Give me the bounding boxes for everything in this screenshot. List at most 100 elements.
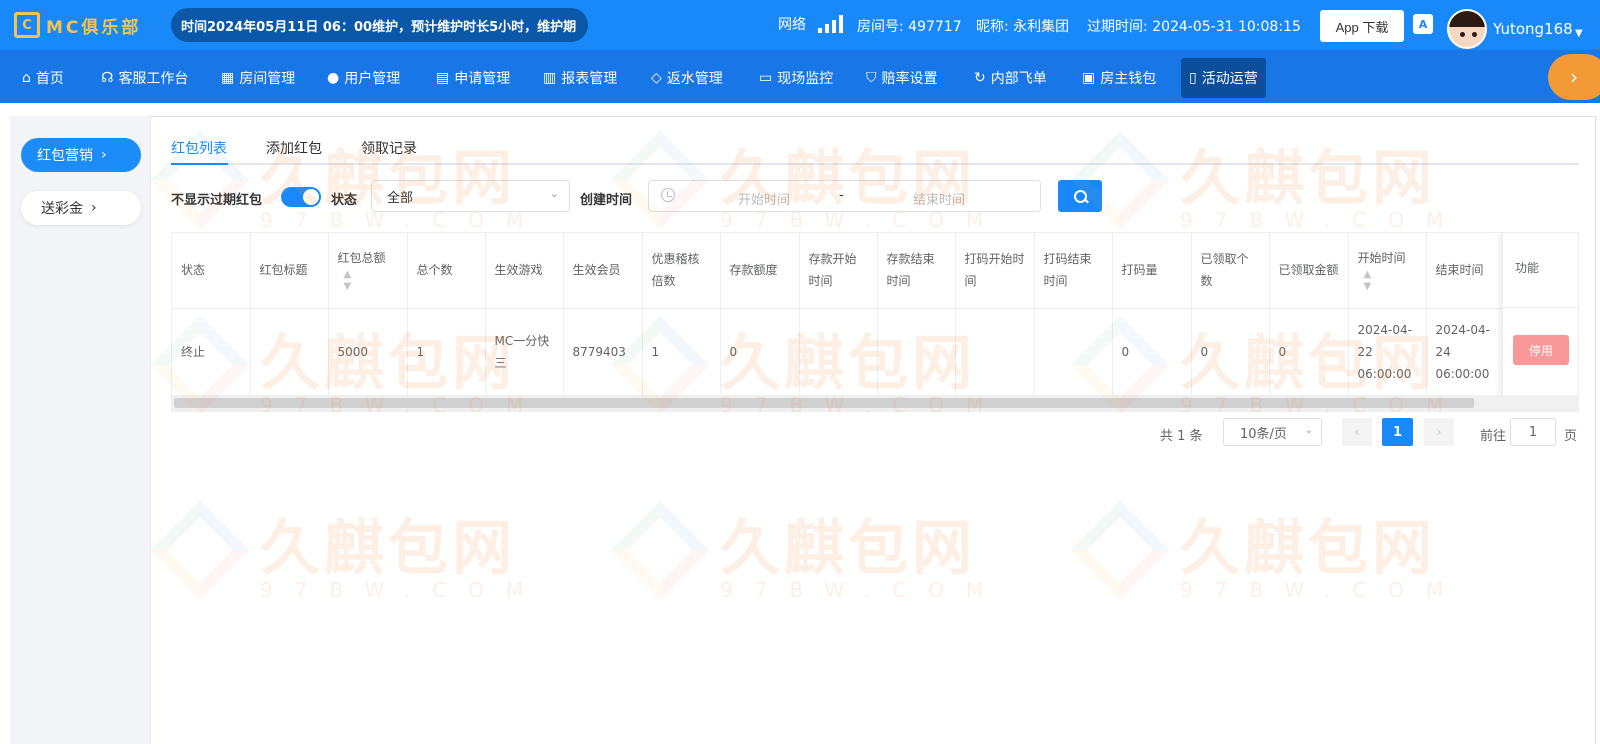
created-time-label: 创建时间 (580, 193, 633, 208)
clock-icon (661, 188, 675, 202)
filter-bar: 不显示过期红包 状态 全部 ⌄ 创建时间 开始时间 - 结束时间 (171, 180, 1591, 214)
pagination: 共 1 条 10条/页 ⌄ ‹ 1 › 前往 页 (1160, 418, 1590, 448)
app-download-button[interactable]: App 下载 (1320, 10, 1404, 42)
column-header: 总个数 (407, 233, 486, 309)
column-header: 打码结束时间 (1034, 233, 1113, 309)
column-header: 已领取金额 (1269, 233, 1349, 309)
column-header: 生效游戏 (485, 233, 564, 309)
expire-time: 过期时间: 2024-05-31 10:08:15 (1087, 19, 1301, 35)
nav-item-users[interactable]: ● 用户管理 (319, 58, 408, 98)
shield-icon: ⛉ (866, 70, 877, 86)
page-number-current[interactable]: 1 (1382, 418, 1413, 446)
fixed-action-column: 功能 停用 (1502, 233, 1578, 395)
user-icon: ● (327, 70, 340, 86)
goto-suffix: 页 (1564, 429, 1578, 444)
avatar[interactable] (1447, 9, 1487, 49)
logo-text: MC俱乐部 (46, 17, 142, 38)
sidebar-item-red-packet[interactable]: 红包营销 › (21, 138, 141, 172)
home-icon: ⌂ (22, 70, 31, 86)
table-cell: 0 (1112, 308, 1192, 396)
column-header: 存款额度 (720, 233, 800, 309)
room-number: 房间号: 497717 (857, 19, 962, 35)
tab-bar: 红包列表 添加红包 领取记录 (171, 130, 1579, 165)
prev-page-button[interactable]: ‹ (1342, 418, 1372, 446)
disable-button[interactable]: 停用 (1513, 335, 1569, 365)
caret-down-icon[interactable]: ▼ (1575, 28, 1583, 39)
tab-add-red-packet[interactable]: 添加红包 (266, 138, 322, 158)
start-date-input[interactable]: 开始时间 (699, 189, 829, 208)
nav-item-activities[interactable]: ▯ 活动运营 (1181, 58, 1266, 98)
logo[interactable]: C MC俱乐部 (14, 11, 141, 39)
sidebar: 红包营销 › 送彩金 › (10, 116, 151, 744)
nav-item-wallet[interactable]: ▣ 房主钱包 (1074, 58, 1164, 98)
chevron-right-icon: › (1436, 424, 1442, 440)
network-status: 网络 (778, 14, 843, 34)
chevron-down-icon: ⌄ (549, 187, 559, 200)
search-button[interactable] (1058, 180, 1102, 212)
table-cell: 0 (1191, 308, 1270, 396)
goto-label: 前往 (1480, 429, 1507, 444)
column-header: 状态 (172, 233, 251, 309)
table-cell: MC一分快三 (485, 308, 564, 396)
scrollbar-thumb[interactable] (174, 398, 1474, 408)
column-header-actions: 功能 (1503, 233, 1578, 308)
column-header: 已领取个数 (1191, 233, 1270, 309)
table-cell: 1 (642, 308, 721, 396)
table-cell: 8779403 (563, 308, 643, 396)
nav-item-monitor[interactable]: ▭ 现场监控 (751, 58, 841, 98)
nav-item-service[interactable]: ☊ 客服工作台 (93, 58, 196, 98)
username[interactable]: Yutong168 (1493, 20, 1573, 38)
column-header-sortable[interactable]: 开始时间 ▲ ▼ (1348, 233, 1427, 309)
table-cell: 1 (407, 308, 486, 396)
notice-marquee: 时间2024年05月11日 06：00维护，预计维护时长5小时，维护期 (171, 8, 588, 42)
tab-red-packet-list[interactable]: 红包列表 (171, 138, 227, 158)
nav-item-internal[interactable]: ↻ 内部飞单 (966, 58, 1055, 98)
sort-icon[interactable]: ▲ ▼ (338, 269, 398, 293)
top-header: C MC俱乐部 时间2024年05月11日 06：00维护，预计维护时长5小时，… (0, 0, 1600, 50)
headset-icon: ☊ (101, 70, 114, 86)
nav-item-odds[interactable]: ⛉ 赔率设置 (858, 58, 946, 98)
sidebar-item-bonus[interactable]: 送彩金 › (21, 191, 141, 225)
page-size-select[interactable]: 10条/页 ⌄ (1223, 418, 1322, 446)
status-label: 状态 (331, 193, 358, 208)
network-label: 网络 (778, 17, 806, 33)
tab-claim-records[interactable]: 领取记录 (361, 138, 417, 158)
nav-scroll-right-button[interactable]: › (1548, 54, 1600, 100)
nav-item-rebate[interactable]: ◇ 返水管理 (643, 58, 731, 98)
table-cell: 2024-04-24 06:00:00 (1426, 308, 1506, 396)
column-header: 结束时间 (1426, 233, 1506, 309)
horizontal-scrollbar[interactable] (172, 395, 1578, 411)
table-cell: 0 (720, 308, 800, 396)
red-packet-table: 状态 红包标题 红包总额 ▲ ▼ 总个数 生效游戏 生效会员 优惠稽核倍数 存款额度… (171, 232, 1579, 412)
document-icon: ▤ (436, 70, 450, 86)
chevron-right-icon: › (91, 200, 97, 216)
column-header-sortable[interactable]: 红包总额 ▲ ▼ (328, 233, 408, 309)
wallet-icon: ▣ (1082, 70, 1096, 86)
status-select[interactable]: 全部 ⌄ (371, 180, 570, 212)
nav-item-applications[interactable]: ▤ 申请管理 (428, 58, 518, 98)
column-header: 存款开始时间 (799, 233, 878, 309)
hide-expired-toggle[interactable] (281, 187, 321, 207)
table-cell (250, 308, 329, 396)
sort-icon[interactable]: ▲ ▼ (1358, 269, 1417, 293)
total-count: 共 1 条 (1160, 429, 1203, 444)
nav-item-rooms[interactable]: ▦ 房间管理 (213, 58, 303, 98)
translate-icon[interactable]: A (1413, 14, 1433, 34)
nav-item-reports[interactable]: ▥ 报表管理 (535, 58, 625, 98)
column-header: 打码量 (1112, 233, 1192, 309)
nav-item-home[interactable]: ⌂ 首页 (14, 58, 72, 98)
goto-page-input[interactable] (1510, 418, 1556, 446)
table-cell (1034, 308, 1113, 396)
coupon-icon: ▯ (1189, 70, 1197, 86)
table-cell (799, 308, 878, 396)
next-page-button[interactable]: › (1424, 418, 1454, 446)
table-cell: 2024-04-22 06:00:00 (1348, 308, 1427, 396)
column-header: 生效会员 (563, 233, 643, 309)
column-header: 存款结束时间 (877, 233, 956, 309)
main-nav: ⌂ 首页 ☊ 客服工作台 ▦ 房间管理 ● 用户管理 ▤ 申请管理 ▥ 报表管理 ◇ 返水管理… (0, 50, 1600, 103)
bar-chart-icon: ▥ (543, 70, 557, 86)
monitor-icon: ▭ (759, 70, 773, 86)
end-date-input[interactable]: 结束时间 (874, 189, 1004, 208)
date-range-picker[interactable]: 开始时间 - 结束时间 (648, 180, 1041, 212)
logo-mark-icon: C (14, 12, 40, 38)
